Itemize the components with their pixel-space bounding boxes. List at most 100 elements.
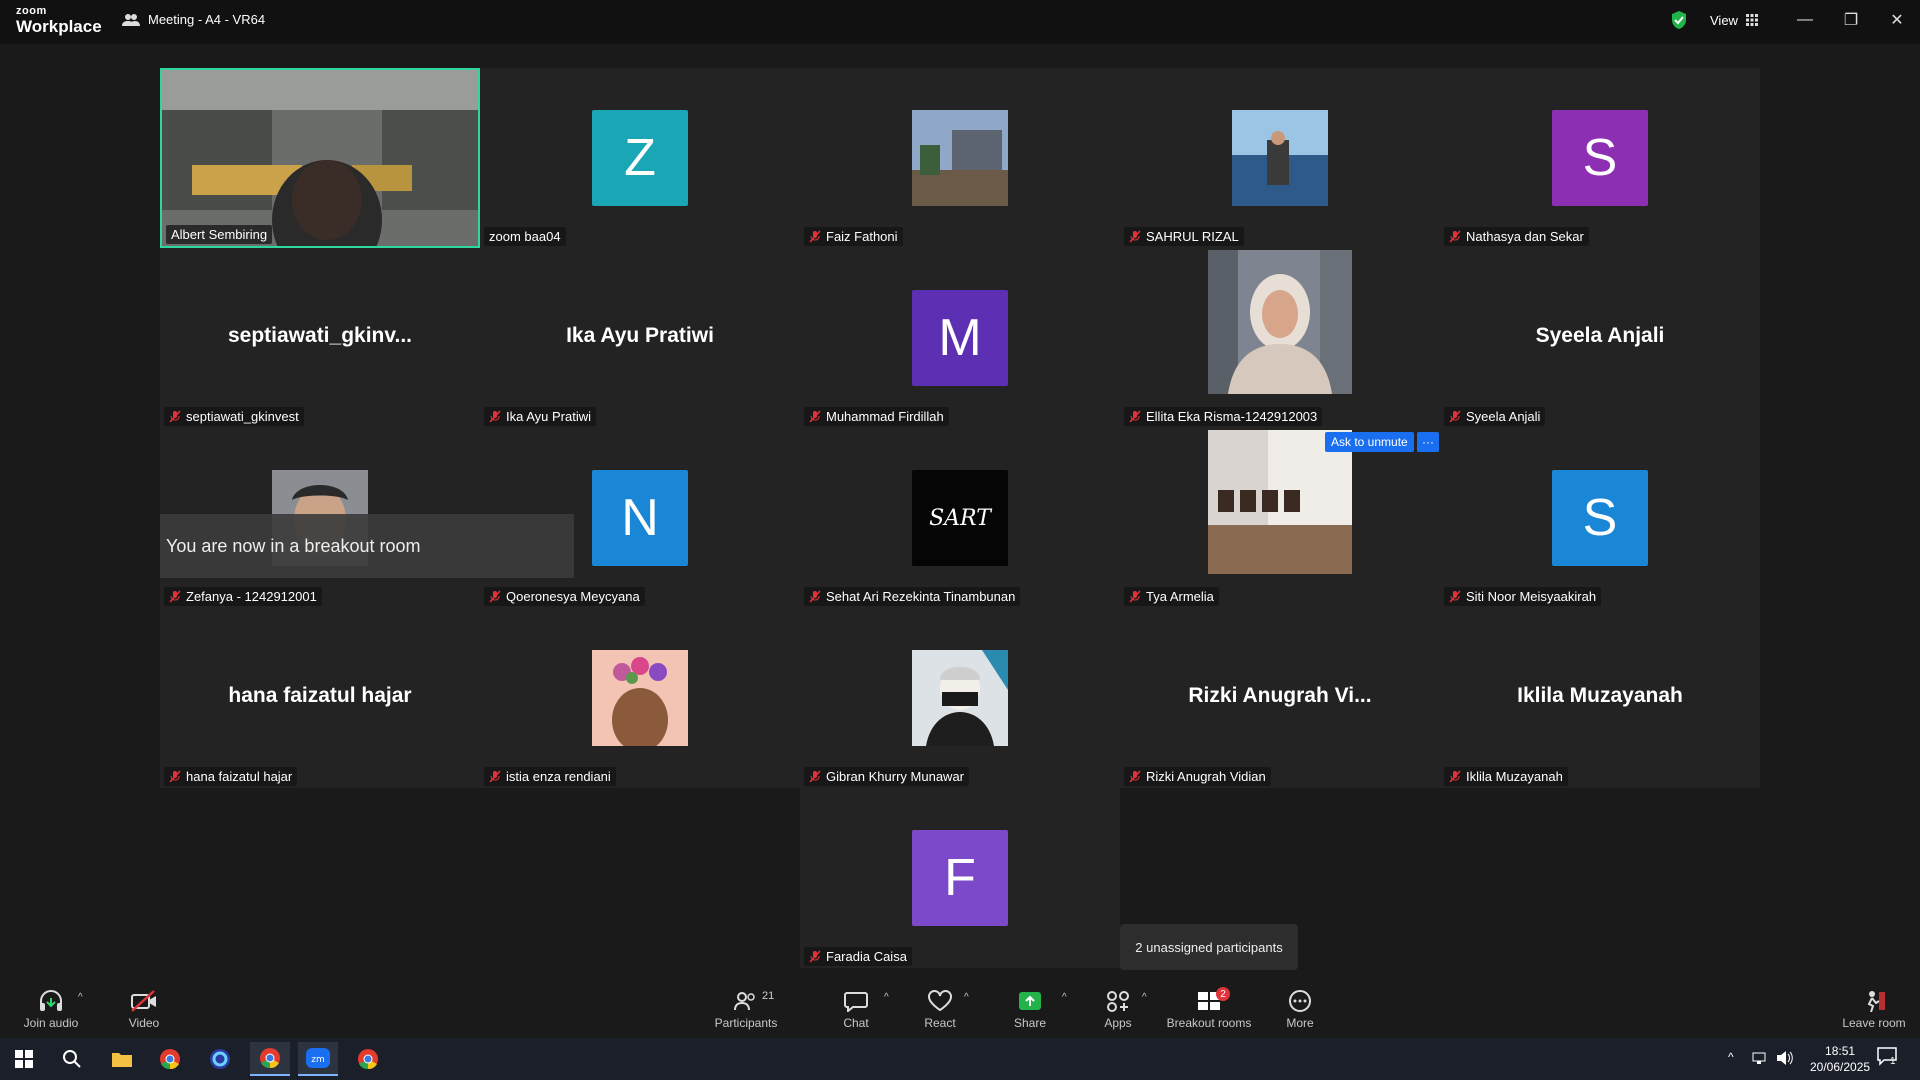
- participant-name: Albert Sembiring: [171, 227, 268, 242]
- participant-tile[interactable]: Z zoom baa04: [480, 68, 800, 248]
- participant-tile[interactable]: SART Sehat Ari Rezekinta Tinambunan: [800, 428, 1120, 608]
- participant-tile[interactable]: Ika Ayu Pratiwi Ika Ayu Pratiwi: [480, 248, 800, 428]
- participant-tile[interactable]: SAHRUL RIZAL: [1120, 68, 1440, 248]
- more-options-button[interactable]: ···: [1417, 432, 1439, 452]
- edge-dev-icon[interactable]: [200, 1042, 240, 1076]
- participant-tile[interactable]: M Muhammad Firdillah: [800, 248, 1120, 428]
- avatar: S: [1552, 470, 1648, 566]
- participant-tile[interactable]: F Faradia Caisa: [800, 788, 1120, 968]
- react-options-chevron-icon[interactable]: ^: [964, 992, 969, 1003]
- participant-tile[interactable]: Faiz Fathoni: [800, 68, 1120, 248]
- participant-name: Zefanya - 1242912001: [186, 589, 317, 604]
- participant-tile[interactable]: Gibran Khurry Munawar: [800, 608, 1120, 788]
- search-icon[interactable]: [52, 1042, 92, 1076]
- breakout-rooms-label: Breakout rooms: [1166, 1016, 1252, 1030]
- mic-muted-icon: [1449, 770, 1461, 783]
- participant-tile[interactable]: Tya Armelia: [1120, 428, 1440, 608]
- join-audio-label: Join audio: [23, 1016, 79, 1030]
- mic-muted-icon: [489, 770, 501, 783]
- participant-name-label: Ika Ayu Pratiwi: [484, 407, 597, 426]
- camera-video-feed: [162, 70, 478, 246]
- participant-tile[interactable]: S Nathasya dan Sekar: [1440, 68, 1760, 248]
- avatar: F: [912, 830, 1008, 926]
- chrome-profile-icon[interactable]: [348, 1042, 388, 1076]
- chrome-icon[interactable]: [150, 1042, 190, 1076]
- more-icon: [1289, 990, 1311, 1012]
- chat-button[interactable]: Chat: [826, 982, 886, 1038]
- participant-tile[interactable]: Iklila Muzayanah Iklila Muzayanah: [1440, 608, 1760, 788]
- video-button[interactable]: Video: [112, 982, 176, 1038]
- participant-name: Qoeronesya Meycyana: [506, 589, 640, 604]
- chat-options-chevron-icon[interactable]: ^: [884, 992, 889, 1003]
- minimize-icon[interactable]: —: [1782, 0, 1828, 40]
- breakout-rooms-badge: 2: [1216, 987, 1230, 1001]
- windows-start-icon[interactable]: [4, 1042, 44, 1076]
- breakout-rooms-button[interactable]: Breakout rooms: [1160, 982, 1258, 1038]
- participant-name-label: Faiz Fathoni: [804, 227, 903, 246]
- participant-display-name: Iklila Muzayanah: [1517, 684, 1683, 707]
- profile-photo: [912, 650, 1008, 746]
- participant-tile[interactable]: S Siti Noor Meisyaakirah: [1440, 428, 1760, 608]
- notification-center-icon[interactable]: 1: [1876, 1046, 1900, 1070]
- participant-name-label: zoom baa04: [484, 227, 566, 246]
- zoom-app-icon[interactable]: zm: [298, 1042, 338, 1076]
- more-label: More: [1286, 1016, 1314, 1030]
- file-explorer-icon[interactable]: [102, 1042, 142, 1076]
- leave-room-icon: [1867, 991, 1885, 1012]
- participant-tile[interactable]: istia enza rendiani: [480, 608, 800, 788]
- participant-name-label: Iklila Muzayanah: [1444, 767, 1568, 786]
- participant-name: Nathasya dan Sekar: [1466, 229, 1584, 244]
- apps-button[interactable]: Apps: [1088, 982, 1148, 1038]
- participant-display-name: Rizki Anugrah Vi...: [1188, 684, 1372, 707]
- meeting-title[interactable]: Meeting - A4 - VR64: [122, 12, 265, 27]
- mic-muted-icon: [169, 770, 181, 783]
- participant-display-name: Ika Ayu Pratiwi: [566, 324, 714, 347]
- participant-name-label: Gibran Khurry Munawar: [804, 767, 969, 786]
- participant-name-label: Zefanya - 1242912001: [164, 587, 322, 606]
- participant-display-name: septiawati_gkinv...: [227, 324, 412, 347]
- react-label: React: [924, 1016, 956, 1030]
- mic-muted-icon: [809, 950, 821, 963]
- share-button[interactable]: Share: [1000, 982, 1060, 1038]
- participant-name: Faradia Caisa: [826, 949, 907, 964]
- participant-tile[interactable]: Rizki Anugrah Vi... Rizki Anugrah Vidian: [1120, 608, 1440, 788]
- participant-display-name: hana faizatul hajar: [228, 684, 412, 707]
- grid-view-icon: [1745, 14, 1758, 26]
- participant-display-name: Syeela Anjali: [1535, 324, 1665, 347]
- mic-muted-icon: [1129, 770, 1141, 783]
- breakout-room-banner: You are now in a breakout room: [160, 514, 574, 578]
- mic-muted-icon: [169, 410, 181, 423]
- react-button[interactable]: React: [910, 982, 970, 1038]
- participant-name: Muhammad Firdillah: [826, 409, 944, 424]
- mic-muted-icon: [1449, 590, 1461, 603]
- ask-to-unmute-button[interactable]: Ask to unmute: [1325, 432, 1414, 452]
- system-clock[interactable]: 18:51 20/06/2025: [1810, 1043, 1870, 1075]
- apps-options-chevron-icon[interactable]: ^: [1142, 992, 1147, 1003]
- participant-tile[interactable]: Syeela Anjali Syeela Anjali: [1440, 248, 1760, 428]
- volume-icon[interactable]: [1776, 1050, 1794, 1066]
- participant-name: Rizki Anugrah Vidian: [1146, 769, 1266, 784]
- meeting-title-text: Meeting - A4 - VR64: [148, 12, 266, 27]
- participant-tile[interactable]: Ellita Eka Risma-1242912003: [1120, 248, 1440, 428]
- chrome-active-icon[interactable]: [250, 1042, 290, 1076]
- close-icon[interactable]: ✕: [1874, 0, 1920, 40]
- share-options-chevron-icon[interactable]: ^: [1062, 992, 1067, 1003]
- participant-tile[interactable]: septiawati_gkinv... septiawati_gkinvest: [160, 248, 480, 428]
- participant-tile[interactable]: Albert Sembiring: [160, 68, 480, 248]
- profile-photo: [592, 650, 688, 746]
- title-bar: zoom Workplace Meeting - A4 - VR64 View …: [0, 0, 1920, 44]
- participants-button[interactable]: Participants: [704, 982, 788, 1038]
- participant-tile[interactable]: hana faizatul hajar hana faizatul hajar: [160, 608, 480, 788]
- mic-muted-icon: [809, 410, 821, 423]
- tray-chevron-icon[interactable]: ^: [1728, 1050, 1734, 1064]
- participant-name-label: Qoeronesya Meycyana: [484, 587, 645, 606]
- video-label: Video: [128, 1016, 160, 1030]
- network-icon[interactable]: [1752, 1050, 1770, 1066]
- join-audio-button[interactable]: Join audio: [14, 982, 88, 1038]
- more-button[interactable]: More: [1270, 982, 1330, 1038]
- restore-icon[interactable]: ❐: [1828, 0, 1874, 40]
- audio-options-chevron-icon[interactable]: ^: [78, 992, 83, 1003]
- view-button[interactable]: View: [1700, 8, 1768, 32]
- leave-room-button[interactable]: Leave room: [1834, 982, 1914, 1038]
- encryption-shield-icon[interactable]: [1670, 10, 1688, 30]
